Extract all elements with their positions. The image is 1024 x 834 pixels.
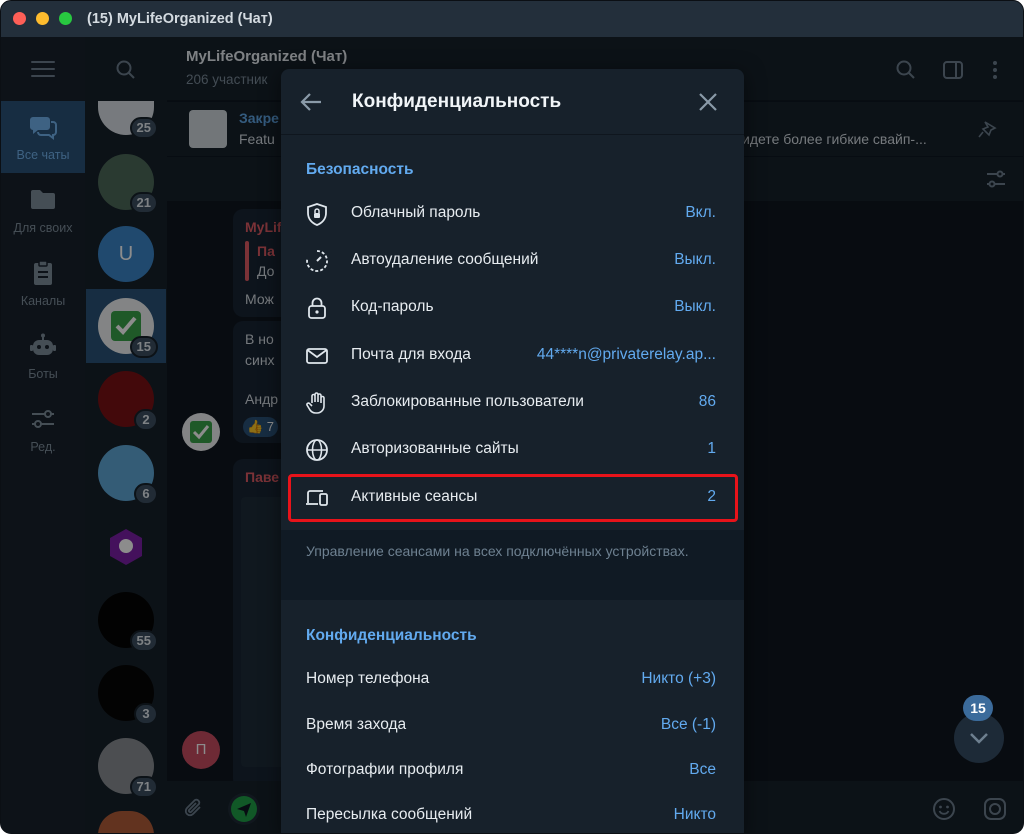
dialog-header: Конфиденциальность (281, 69, 744, 135)
row-auto-delete[interactable]: Автоудаление сообщений Выкл. (281, 238, 744, 284)
row-label: Пересылка сообщений (306, 806, 473, 823)
title-bar: (15) MyLifeOrganized (Чат) (1, 1, 1023, 37)
zoom-window-button[interactable] (59, 12, 72, 25)
row-value: 86 (698, 393, 716, 410)
row-label: Заблокированные пользователи (351, 393, 584, 410)
window-title: (15) MyLifeOrganized (Чат) (87, 11, 273, 27)
globe-icon (304, 438, 330, 462)
privacy-settings-dialog: Конфиденциальность Безопасность Облачный… (281, 69, 744, 833)
row-value: Выкл. (674, 251, 716, 268)
dialog-title: Конфиденциальность (352, 91, 562, 112)
hand-icon (304, 391, 330, 415)
row-value: Вкл. (685, 204, 716, 221)
row-value: Выкл. (674, 298, 716, 315)
telegram-window: (15) MyLifeOrganized (Чат) Все чаты Для … (0, 0, 1024, 834)
row-value: Все (689, 761, 716, 778)
row-passcode[interactable]: Код-пароль Выкл. (281, 285, 744, 331)
close-icon[interactable] (697, 91, 719, 113)
privacy-section-header: Конфиденциальность (306, 627, 477, 644)
row-label: Облачный пароль (351, 204, 481, 221)
back-arrow-icon[interactable] (299, 89, 325, 115)
row-value: 1 (707, 440, 716, 457)
shield-icon (304, 202, 330, 226)
row-label: Авторизованные сайты (351, 440, 519, 457)
row-blocked-users[interactable]: Заблокированные пользователи 86 (281, 380, 744, 426)
row-label: Фотографии профиля (306, 761, 464, 778)
sessions-note-band: Управление сеансами на всех подключённых… (281, 530, 744, 600)
row-label: Почта для входа (351, 346, 471, 363)
sessions-note: Управление сеансами на всех подключённых… (306, 543, 689, 559)
row-phone-number[interactable]: Номер телефона Никто (+3) (281, 657, 744, 703)
lock-icon (304, 296, 330, 320)
row-value: Все (-1) (660, 716, 716, 733)
minimize-window-button[interactable] (36, 12, 49, 25)
unread-counter-badge: 15 (963, 695, 993, 721)
security-section-header: Безопасность (306, 161, 414, 178)
row-forwarded-messages[interactable]: Пересылка сообщений Никто (281, 793, 744, 833)
row-label: Код-пароль (351, 298, 434, 315)
row-login-email[interactable]: Почта для входа 44****n@privaterelay.ap.… (281, 333, 744, 379)
mail-icon (304, 344, 330, 368)
row-value: 44****n@privaterelay.ap... (536, 346, 716, 363)
row-label: Время захода (306, 716, 407, 733)
row-label: Номер телефона (306, 670, 430, 687)
row-cloud-password[interactable]: Облачный пароль Вкл. (281, 191, 744, 237)
row-label: Автоудаление сообщений (351, 251, 539, 268)
close-window-button[interactable] (13, 12, 26, 25)
timer-icon (304, 249, 330, 273)
row-value: Никто (+3) (641, 670, 716, 687)
row-authorized-sites[interactable]: Авторизованные сайты 1 (281, 427, 744, 473)
row-profile-photos[interactable]: Фотографии профиля Все (281, 748, 744, 794)
row-value: Никто (673, 806, 716, 823)
row-last-seen[interactable]: Время захода Все (-1) (281, 703, 744, 749)
highlight-frame (288, 474, 738, 522)
